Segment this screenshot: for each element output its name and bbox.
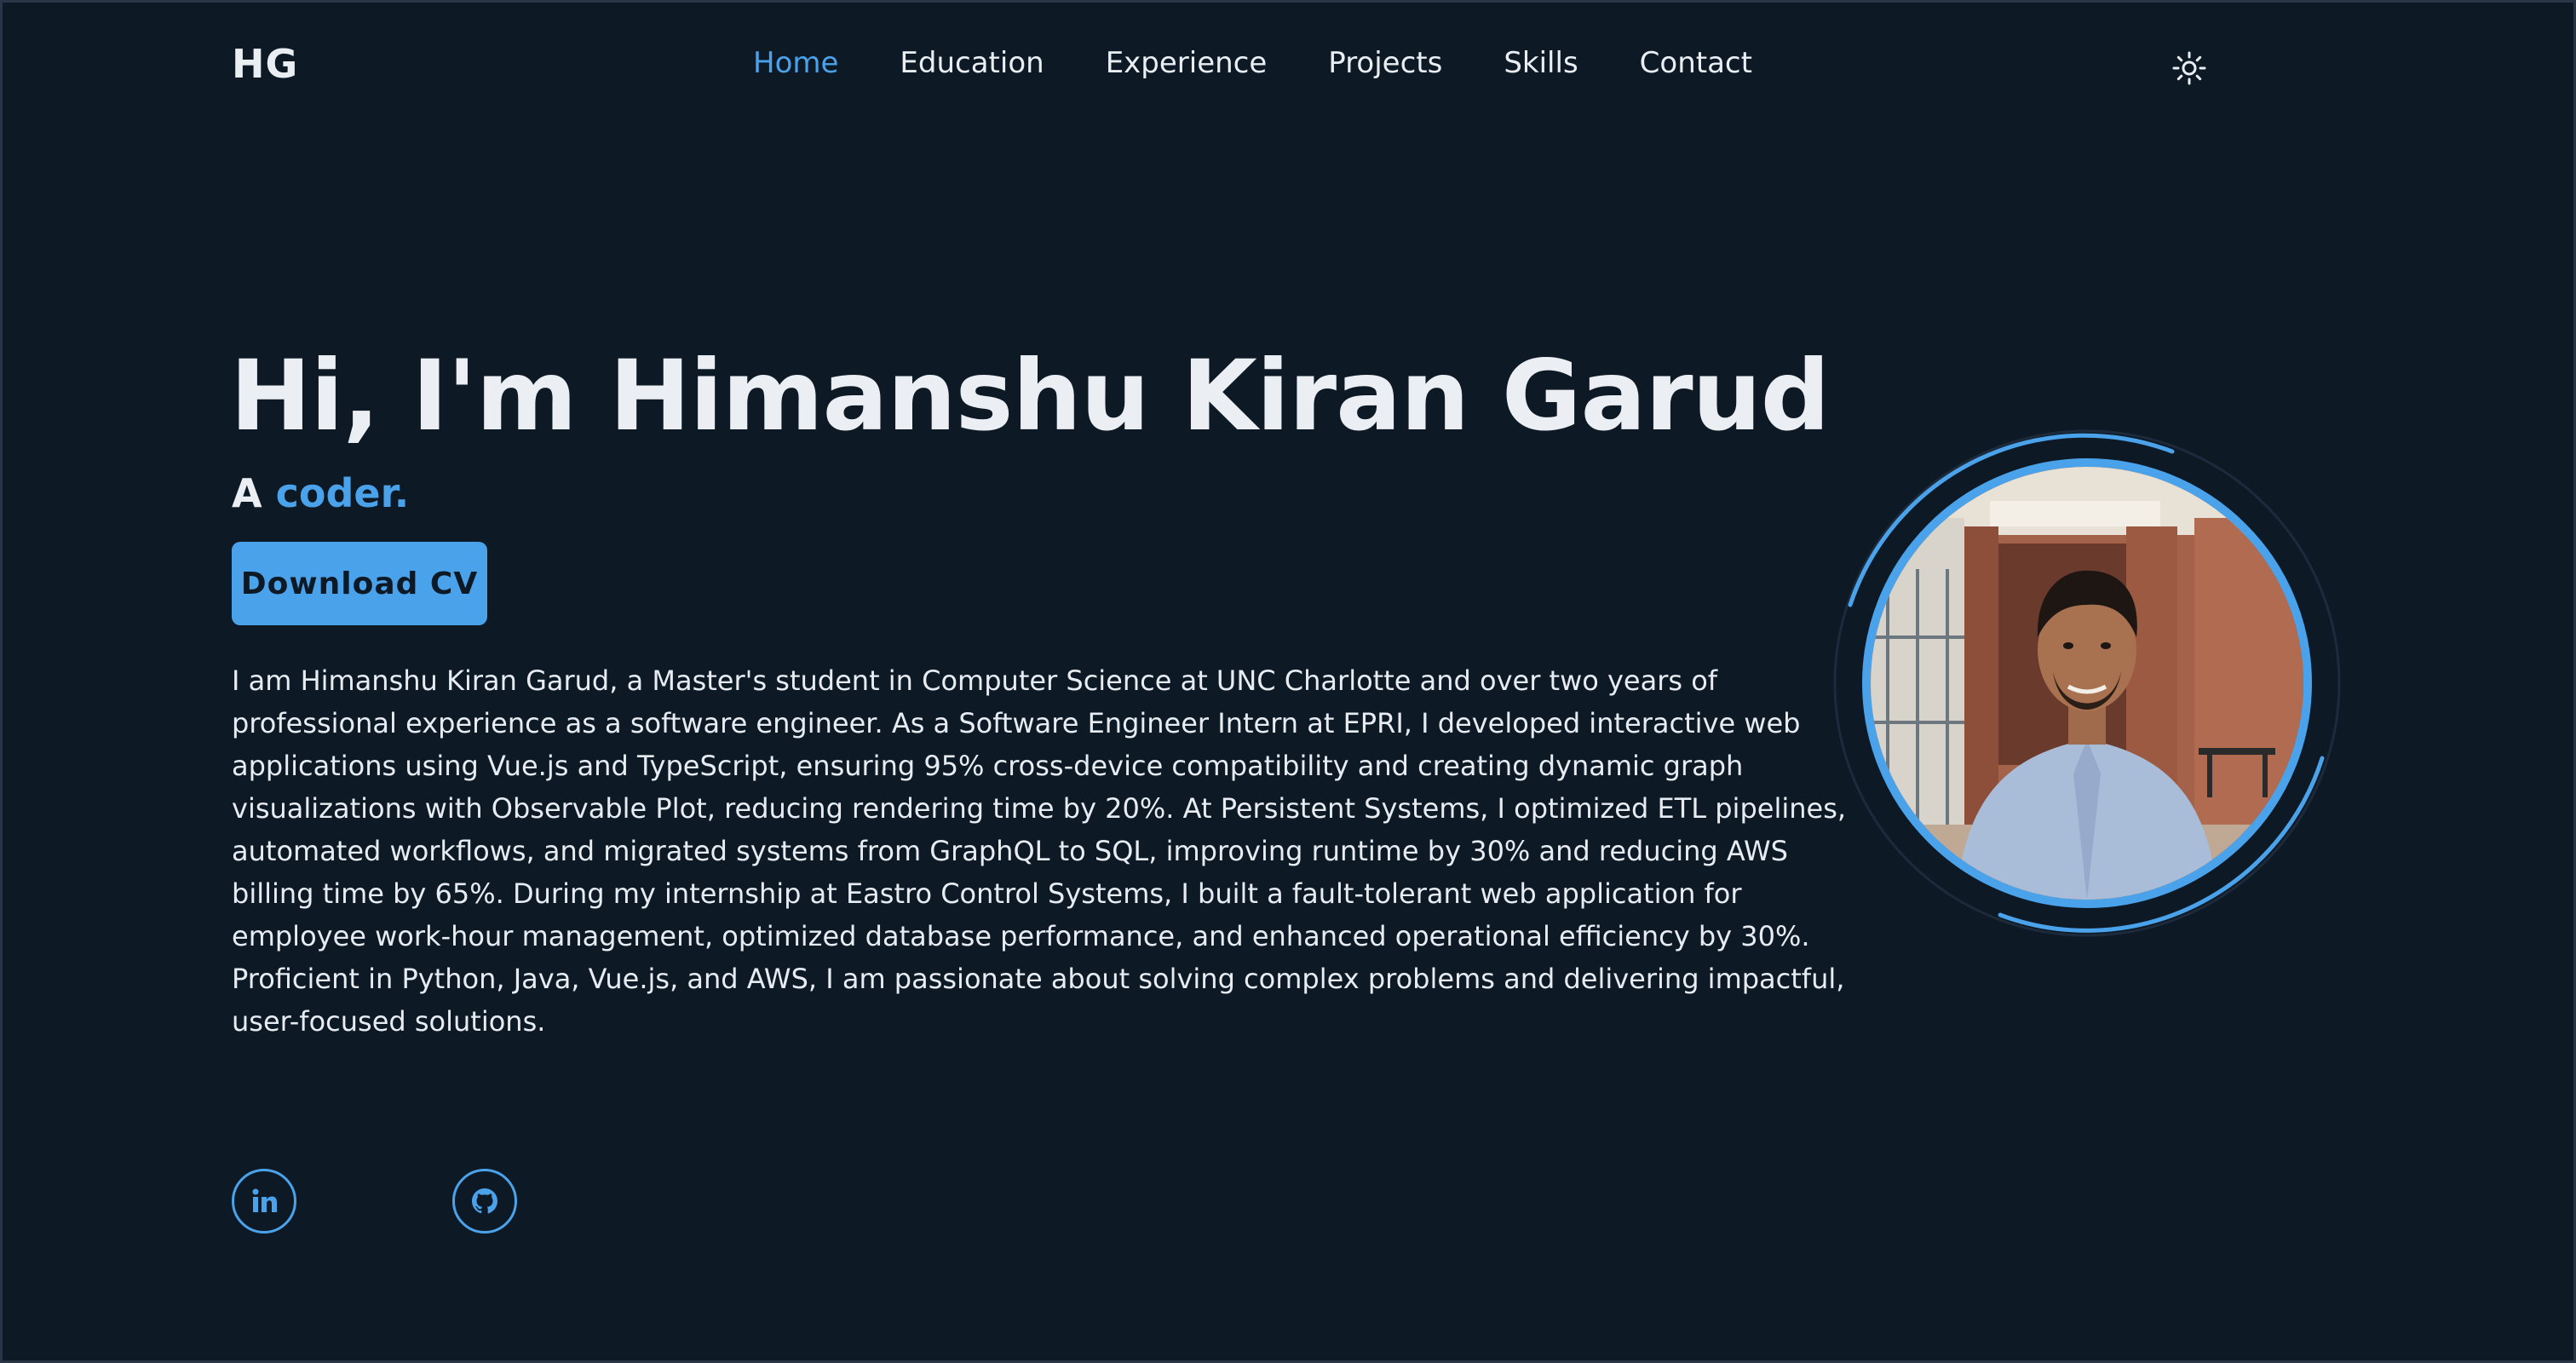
hero-title: Hi, I'm Himanshu Kiran Garud bbox=[230, 339, 1830, 452]
nav-skills[interactable]: Skills bbox=[1504, 46, 1578, 80]
bio-paragraph: I am Himanshu Kiran Garud, a Master's st… bbox=[232, 664, 1847, 1038]
profile-photo-illustration bbox=[1871, 467, 2303, 900]
profile-photo-frame bbox=[1830, 426, 2344, 940]
sun-icon bbox=[2172, 51, 2206, 85]
site-logo[interactable]: HG bbox=[232, 41, 298, 87]
subtitle-prefix: A bbox=[232, 470, 276, 516]
subtitle-typed-word: coder. bbox=[275, 470, 410, 516]
hero-subtitle: A coder. bbox=[232, 470, 409, 516]
download-cv-button[interactable]: Download CV bbox=[232, 542, 487, 625]
nav-contact[interactable]: Contact bbox=[1640, 46, 1752, 80]
theme-toggle-button[interactable] bbox=[2171, 49, 2208, 87]
github-icon bbox=[472, 1188, 497, 1214]
nav-home[interactable]: Home bbox=[753, 46, 838, 80]
main-nav: Home Education Experience Projects Skill… bbox=[753, 46, 1752, 80]
linkedin-icon bbox=[252, 1188, 277, 1212]
nav-education[interactable]: Education bbox=[900, 46, 1044, 80]
profile-photo bbox=[1862, 458, 2312, 908]
github-link[interactable] bbox=[452, 1169, 517, 1234]
nav-projects[interactable]: Projects bbox=[1328, 46, 1442, 80]
linkedin-link[interactable] bbox=[232, 1169, 296, 1234]
nav-experience[interactable]: Experience bbox=[1106, 46, 1268, 80]
